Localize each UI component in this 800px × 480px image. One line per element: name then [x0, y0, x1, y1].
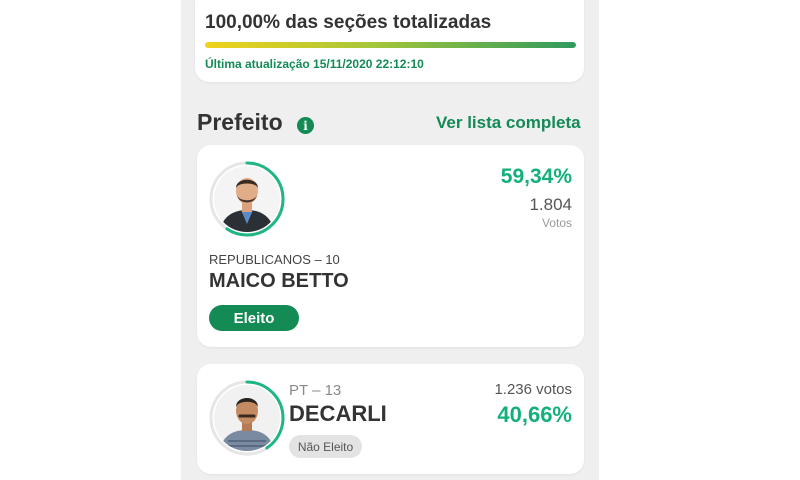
totalization-title: 100,00% das seções totalizadas — [205, 12, 492, 33]
vote-percentage: 40,66% — [497, 402, 572, 427]
totalization-card: 100,00% das seções totalizadas Última at… — [195, 0, 584, 82]
person-photo-icon — [214, 166, 280, 232]
votes-label: Votos — [541, 216, 572, 230]
candidate-name: MAICO BETTO — [209, 270, 349, 292]
candidate-party: PT – 13 — [289, 382, 342, 399]
candidate-avatar — [208, 160, 286, 238]
totalization-progress-bar — [205, 42, 576, 48]
totalization-progress-fill — [205, 42, 576, 48]
last-update-text: Última atualização 15/11/2020 22:12:10 — [205, 57, 424, 71]
candidate-avatar — [208, 379, 286, 457]
not-elected-badge: Não Eleito — [289, 435, 362, 458]
candidate-card-maico-betto[interactable]: 59,34% 1.804 Votos REPUBLICANOS – 10 MAI… — [197, 145, 584, 347]
elected-badge: Eleito — [209, 305, 299, 331]
candidate-photo — [214, 385, 280, 451]
candidate-photo — [214, 166, 280, 232]
candidate-card-decarli[interactable]: PT – 13 DECARLI Não Eleito 1.236 votos 4… — [197, 364, 584, 474]
candidate-party: REPUBLICANOS – 10 — [209, 252, 340, 267]
vote-count: 1.236 votos — [494, 381, 572, 398]
info-icon[interactable]: i — [297, 117, 314, 134]
vote-percentage: 59,34% — [500, 165, 572, 188]
candidate-name: DECARLI — [289, 401, 387, 426]
vote-count: 1.804 — [529, 195, 572, 214]
full-list-link[interactable]: Ver lista completa — [436, 113, 581, 133]
person-photo-icon — [214, 385, 280, 451]
section-title: Prefeito — [197, 109, 283, 135]
